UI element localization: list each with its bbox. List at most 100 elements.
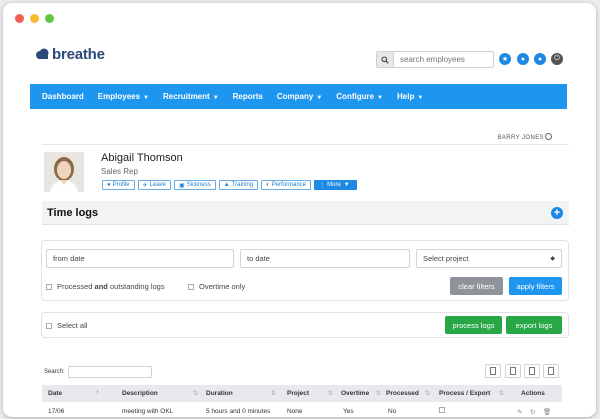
power-icon[interactable]: ⏻	[551, 53, 563, 65]
sort-icon[interactable]: ⇅	[425, 390, 430, 397]
project-select[interactable]: Select project ◆	[416, 249, 562, 268]
col-description[interactable]: Description	[122, 390, 158, 397]
employee-role: Sales Rep	[101, 167, 138, 176]
tab-training[interactable]: ▲ Training	[218, 180, 259, 190]
col-processed[interactable]: Processed	[386, 390, 419, 397]
nav-configure[interactable]: Configure ▼	[336, 92, 383, 101]
processed-label-pre: Processed	[57, 282, 95, 291]
close-window-button[interactable]	[15, 14, 24, 23]
nav-help[interactable]: Help ▼	[397, 92, 423, 101]
cell-processed: No	[388, 408, 397, 415]
chat-icon[interactable]: ●	[517, 53, 529, 65]
tab-leave-label: Leave	[149, 182, 167, 188]
clear-filters-button[interactable]: clear filters	[450, 277, 503, 295]
table-search-label: Search:	[44, 369, 65, 375]
processed-filter[interactable]: Processed and outstanding logs	[46, 282, 165, 291]
col-actions: Actions	[521, 390, 545, 397]
tab-sickness[interactable]: ▣ Sickness	[174, 180, 216, 190]
apply-filters-button[interactable]: apply filters	[509, 277, 562, 295]
table-header: Date ↑ Description ⇅ Duration ⇅ Project …	[42, 385, 562, 402]
profile-tabs: ● Profile ✈ Leave ▣ Sickness ▲ Training ◐ Per…	[102, 180, 360, 190]
processed-checkbox[interactable]	[46, 283, 52, 290]
caret-down-icon: ▼	[143, 95, 149, 101]
maximize-window-button[interactable]	[45, 14, 54, 23]
col-overtime[interactable]: Overtime	[341, 390, 369, 397]
refresh-icon[interactable]: ↻	[530, 408, 535, 416]
nav-reports[interactable]: Reports	[233, 92, 263, 101]
search-icon	[381, 55, 389, 64]
from-date-field[interactable]: from date	[46, 249, 234, 268]
copy-glyph	[490, 367, 496, 375]
breathe-logo[interactable]: breathe	[35, 46, 105, 63]
project-select-value: Select project	[423, 254, 469, 263]
tab-more-label: More	[327, 182, 341, 188]
logo-text: breathe	[52, 46, 105, 63]
nav-employees[interactable]: Employees ▼	[98, 92, 149, 101]
sort-icon[interactable]: ⇅	[499, 390, 504, 397]
user-icon[interactable]: ●	[534, 53, 546, 65]
nav-recruitment[interactable]: Recruitment ▼	[163, 92, 219, 101]
row-checkbox[interactable]	[439, 407, 445, 415]
medkit-icon: ▣	[179, 182, 185, 189]
select-all[interactable]: Select all	[46, 321, 87, 330]
cell-description: meeting with OKL	[122, 408, 174, 415]
sort-icon[interactable]: ⇅	[193, 390, 198, 397]
excel-icon[interactable]	[505, 364, 521, 378]
col-duration[interactable]: Duration	[206, 390, 233, 397]
process-logs-button[interactable]: process logs	[445, 316, 502, 334]
csv-icon[interactable]	[524, 364, 540, 378]
page-title: Time logs	[47, 207, 99, 219]
select-all-label: Select all	[57, 321, 88, 330]
search-input[interactable]	[394, 52, 493, 67]
cell-overtime: Yes	[343, 408, 354, 415]
user-circle-icon	[545, 133, 552, 140]
tab-leave[interactable]: ✈ Leave	[137, 180, 172, 190]
tab-more[interactable]: ⋮ More ▼	[314, 180, 357, 190]
tab-profile-label: Profile	[112, 182, 130, 188]
table-search: Search:	[44, 366, 152, 378]
nav-company[interactable]: Company ▼	[277, 92, 322, 101]
select-all-checkbox[interactable]	[46, 322, 52, 329]
sort-icon[interactable]: ⇅	[271, 390, 276, 397]
sort-asc-icon[interactable]: ↑	[96, 390, 99, 396]
tab-profile[interactable]: ● Profile	[102, 180, 135, 190]
tab-performance[interactable]: ◐ Performance	[261, 180, 312, 190]
plus-icon[interactable]: +	[551, 207, 563, 219]
current-user-link[interactable]: BARRY JONES	[497, 133, 552, 141]
caret-down-icon: ▼	[212, 95, 219, 101]
window-titlebar	[3, 3, 596, 31]
person-icon: ●	[107, 182, 111, 188]
table-search-input[interactable]	[67, 366, 152, 378]
cell-date: 17/06	[48, 408, 65, 415]
minimize-window-button[interactable]	[30, 14, 39, 23]
caret-down-icon: ▼	[377, 95, 384, 101]
to-date-field[interactable]: to date	[240, 249, 410, 268]
caret-down-icon: ▼	[417, 95, 424, 101]
export-logs-button[interactable]: export logs	[506, 316, 562, 334]
employee-name: Abigail Thomson	[101, 152, 183, 164]
overtime-checkbox[interactable]	[188, 283, 194, 290]
nav-company-label: Company	[276, 92, 314, 101]
star-icon[interactable]: ★	[499, 53, 511, 65]
main-nav: Dashboard Employees ▼ Recruitment ▼ Report…	[30, 84, 567, 109]
pdf-icon[interactable]	[543, 364, 559, 378]
col-date[interactable]: Date	[48, 390, 62, 397]
nav-employees-label: Employees	[97, 92, 141, 101]
col-process-export[interactable]: Process / Export	[439, 390, 490, 397]
edit-icon[interactable]: ✎	[517, 408, 522, 416]
select-arrows-icon: ◆	[550, 256, 555, 262]
section-header: Time logs +	[42, 201, 569, 225]
copy-icon[interactable]	[485, 364, 501, 378]
overtime-filter[interactable]: Overtime only	[188, 282, 245, 291]
nav-dashboard[interactable]: Dashboard	[42, 92, 84, 101]
tab-sickness-label: Sickness	[186, 182, 211, 188]
sort-icon[interactable]: ⇅	[376, 390, 381, 397]
browser-window: breathe ★ ● ● ⏻ Dashboard Employees▼ Rec…	[3, 3, 596, 417]
search-button[interactable]	[377, 52, 394, 67]
cloud-logo-icon	[36, 48, 49, 59]
person-photo	[44, 152, 84, 192]
sort-icon[interactable]: ⇅	[328, 390, 333, 397]
trash-icon[interactable]: 🗑	[543, 408, 551, 416]
col-project[interactable]: Project	[287, 390, 309, 397]
bulk-actions-panel: Select all process logs export logs	[41, 312, 569, 338]
